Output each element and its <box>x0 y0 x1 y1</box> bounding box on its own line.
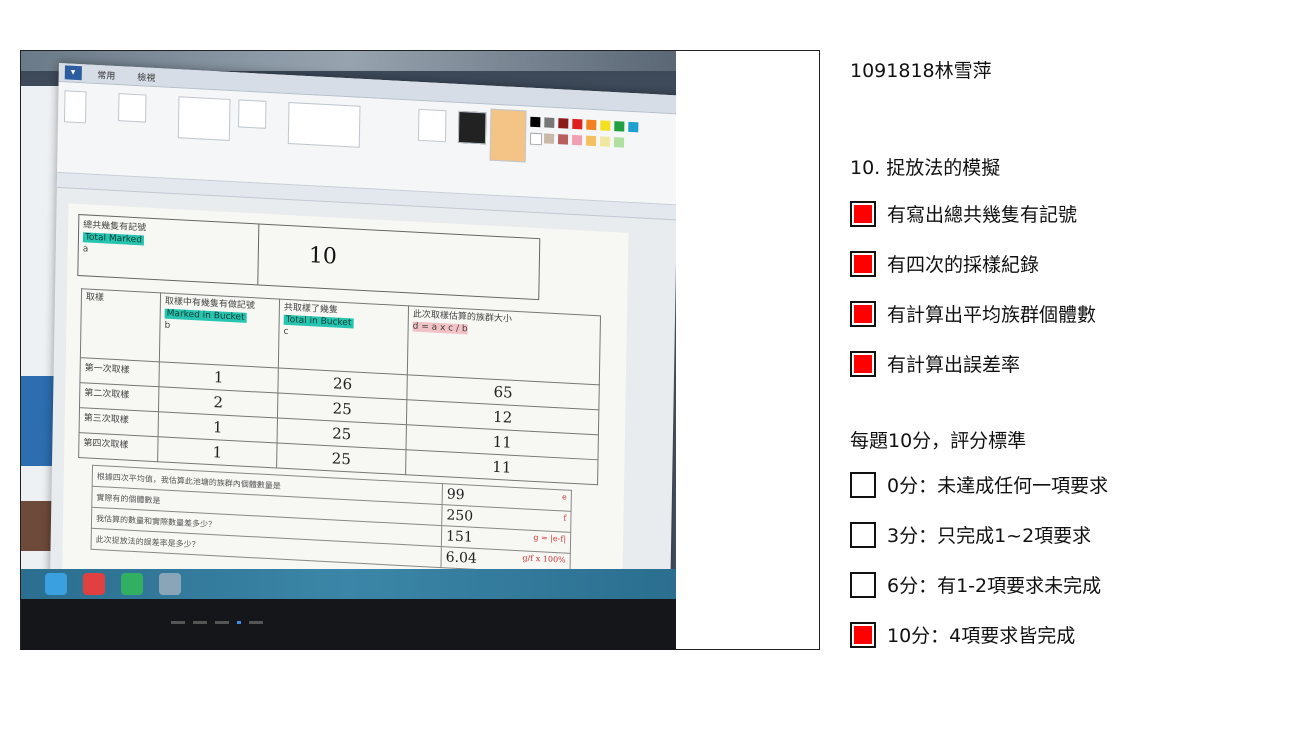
file-menu-tab: ▾ <box>64 65 82 81</box>
windows-taskbar <box>21 569 676 599</box>
paint-icon <box>159 573 181 595</box>
size-icon <box>417 108 447 143</box>
swatch-lime <box>613 137 625 148</box>
color1-icon <box>457 110 487 145</box>
rubric-label: 3分：只完成1~2項要求 <box>887 525 1092 547</box>
criterion-checkbox[interactable] <box>850 350 876 377</box>
swatch-tan <box>543 133 555 144</box>
rubric-title: 每題10分，評分標準 <box>850 430 1027 452</box>
criterion-checkbox[interactable] <box>850 250 876 277</box>
criterion-item: 有計算出平均族群個體數 <box>850 300 1096 327</box>
rubric-label: 0分：未達成任何一項要求 <box>887 475 1109 497</box>
swatch-darkred <box>558 118 569 129</box>
criterion-item: 有寫出總共幾隻有記號 <box>850 200 1077 227</box>
line-icon <box>121 573 143 595</box>
ie-icon <box>45 573 67 595</box>
monitor-bezel <box>21 599 676 650</box>
criterion-checkbox[interactable] <box>850 200 876 227</box>
student-id-name: 1091818林雪萍 <box>850 60 992 82</box>
paint-canvas: 總共幾隻有記號 Total Marked a 10 取樣 取樣中有幾隻有做記號 M… <box>61 203 629 613</box>
photo-frame: ▾ 常用 檢視 總共幾隻有記號 Total Marked a 10 取樣 取樣中… <box>20 50 820 650</box>
swatch-lightyellow <box>599 136 611 147</box>
sampling-table: 取樣 取樣中有幾隻有做記號 Marked in Bucket b 共取樣了幾隻 Tot… <box>78 288 601 485</box>
swatch-green <box>614 121 625 132</box>
rubric-level: 6分：有1-2項要求未完成 <box>850 571 1101 598</box>
rubric-level: 10分：4項要求皆完成 <box>850 621 1075 648</box>
criterion-label: 有計算出誤差率 <box>887 354 1021 376</box>
summary-table: 根據四次平均值，我估算此池塘的族群內個體數量是 99 e 實際有的個體數是 250 f … <box>91 465 572 575</box>
criterion-label: 有四次的採樣紀錄 <box>887 254 1040 276</box>
criterion-item: 有計算出誤差率 <box>850 350 1020 377</box>
rubric-checkbox[interactable] <box>850 571 876 598</box>
total-marked-box: 總共幾隻有記號 Total Marked a 10 <box>77 214 541 301</box>
criterion-label: 有計算出平均族群個體數 <box>887 304 1097 326</box>
clipboard-icon <box>63 90 87 124</box>
swatch-gold <box>585 135 597 147</box>
paint-app-window: ▾ 常用 檢視 總共幾隻有記號 Total Marked a 10 取樣 取樣中… <box>49 63 676 621</box>
criterion-item: 有四次的採樣紀錄 <box>850 250 1039 277</box>
question-title: 10. 捉放法的模擬 <box>850 157 1001 179</box>
total-marked-label: 總共幾隻有記號 Total Marked a <box>78 215 260 285</box>
shapes-icon <box>287 102 361 148</box>
rubric-label: 10分：4項要求皆完成 <box>887 625 1076 647</box>
swatch-gray <box>544 117 555 128</box>
criterion-label: 有寫出總共幾隻有記號 <box>887 204 1078 226</box>
brush-icon <box>238 99 267 129</box>
swatch-white <box>529 132 543 146</box>
total-marked-value: 10 <box>308 243 338 270</box>
monitor-buttons <box>171 621 263 624</box>
criterion-checkbox[interactable] <box>850 300 876 327</box>
swatch-cyan <box>628 121 639 133</box>
student-screenshot-photo: ▾ 常用 檢視 總共幾隻有記號 Total Marked a 10 取樣 取樣中… <box>21 51 676 650</box>
rubric-checkbox[interactable] <box>850 621 876 648</box>
swatch-orange <box>586 119 597 131</box>
swatch-black <box>530 116 541 128</box>
chrome-icon <box>83 573 105 595</box>
swatch-rose <box>557 134 569 145</box>
tab-view: 檢視 <box>137 72 156 84</box>
color2-icon <box>489 108 527 163</box>
rubric-level: 3分：只完成1~2項要求 <box>850 521 1091 548</box>
rubric-checkbox[interactable] <box>850 521 876 548</box>
tools-icon <box>177 96 231 141</box>
rubric-checkbox[interactable] <box>850 471 876 498</box>
photo-blank-area <box>676 51 819 649</box>
swatch-pink <box>571 134 583 146</box>
rubric-label: 6分：有1-2項要求未完成 <box>887 575 1102 597</box>
swatch-yellow <box>600 120 611 131</box>
swatch-red <box>572 118 583 130</box>
rubric-level: 0分：未達成任何一項要求 <box>850 471 1108 498</box>
select-icon <box>118 93 147 123</box>
tab-home: 常用 <box>97 70 116 82</box>
